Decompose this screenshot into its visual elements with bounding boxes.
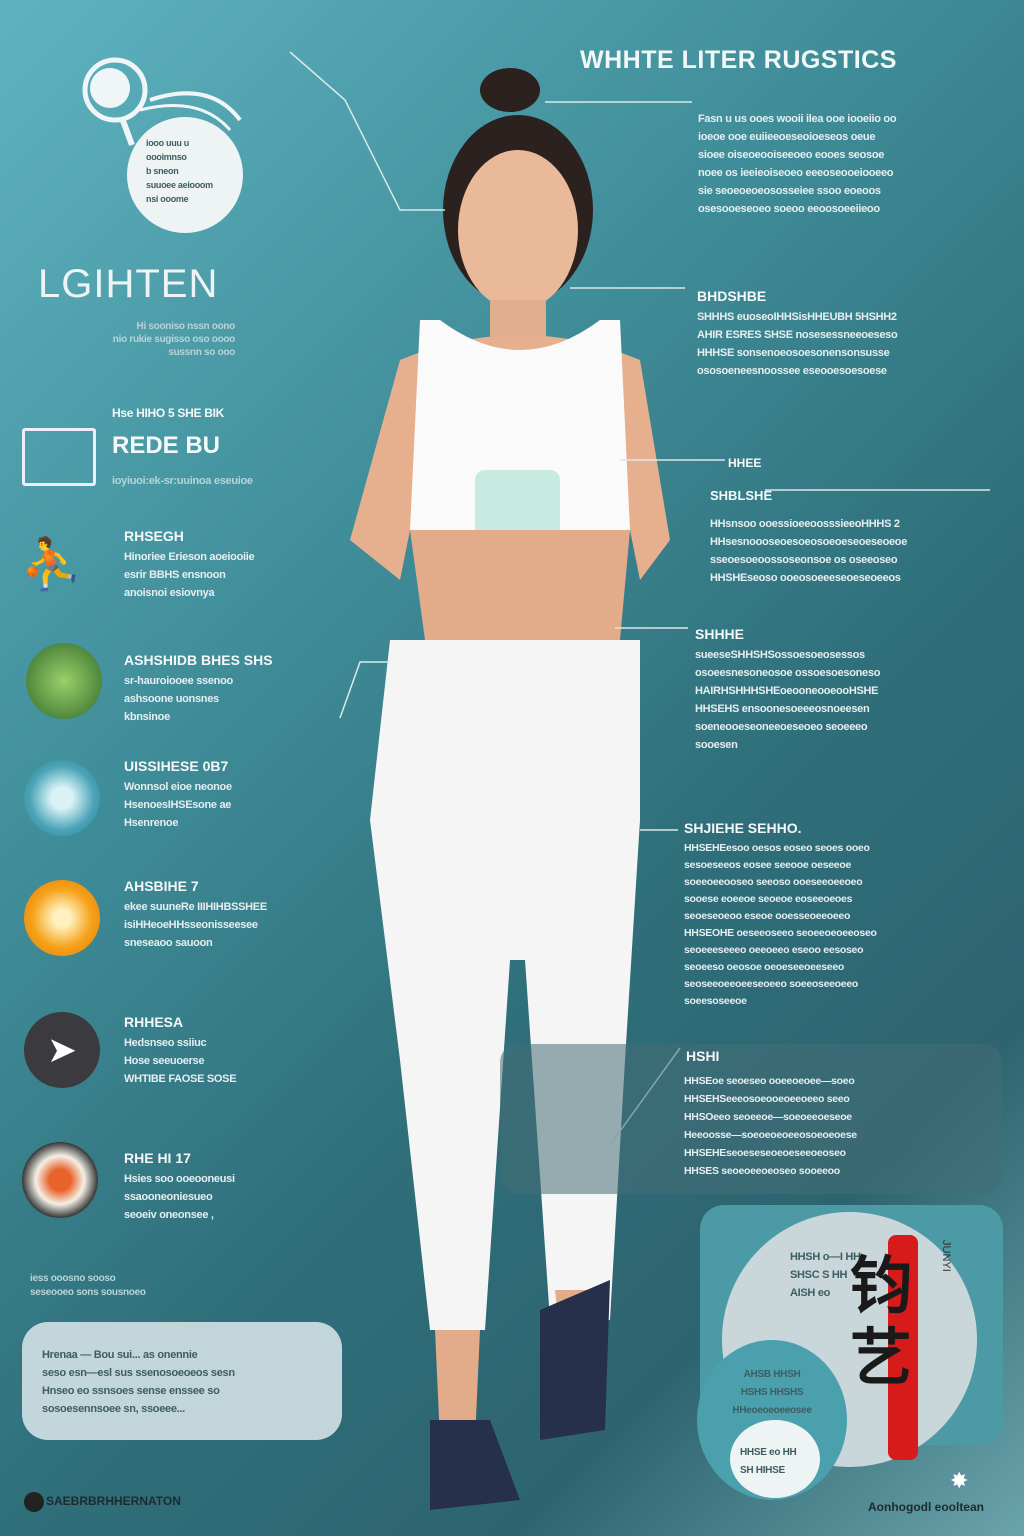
- right-block-subheading: SHBLSHE: [710, 488, 773, 503]
- footer-right-text: Aonhogodl eooltean: [868, 1500, 984, 1514]
- circle-text-small: HHSE eo HH SH HIHSE: [740, 1447, 797, 1476]
- right-block-text: HHsnsoo ooessioeeoosssieeoHHHS 2 HHsesno…: [710, 518, 908, 584]
- vertical-label: JUNYI: [940, 1240, 952, 1272]
- right-block-heading: BHDSHBE: [697, 288, 767, 304]
- right-block-text: HHSEHEesoo oesos eoseo seoes ooeo sesoes…: [684, 842, 877, 1007]
- right-block-text: Fasn u us ooes wooii ilea ooe iooeiio oo…: [698, 113, 897, 215]
- brand-mark-icon: ✸: [950, 1468, 969, 1493]
- right-block-heading: SHJIEHE SEHHO.: [684, 820, 802, 836]
- calligraphy-text: 钧艺: [850, 1249, 913, 1394]
- right-block-text: HHSEoe seoeseo ooeeoeoee—soeo HHSEHSeeeo…: [684, 1075, 857, 1177]
- circle-text-mid: AHSB HHSH HSHS HHSHS HHeoeoeoeeosee: [732, 1369, 812, 1416]
- right-block-heading: SHHHE: [695, 626, 745, 642]
- right-block-text: sueeseSHHSHSossoesoeosessos osoeesnesone…: [695, 649, 881, 751]
- right-block-text: SHHHS euoseoIHHSisHHEUBH 5HSHH2 AHIR ESR…: [697, 311, 898, 377]
- right-block-heading: HHEE: [728, 456, 762, 470]
- right-block-heading: HSHI: [686, 1048, 720, 1064]
